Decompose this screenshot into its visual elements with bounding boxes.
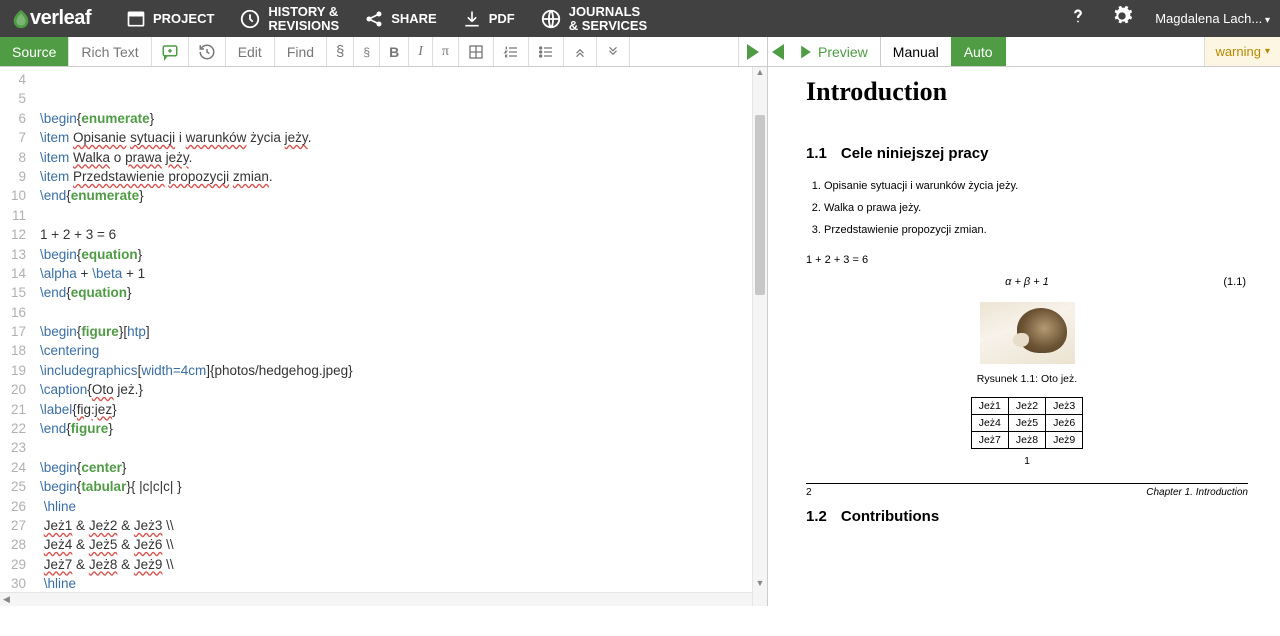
figure: Rysunek 1.1: Oto jeż.: [806, 302, 1248, 385]
pdf-preview[interactable]: Introduction 1.1Cele niniejszej pracy Op…: [768, 67, 1280, 606]
menu-pdf[interactable]: PDF: [462, 9, 515, 29]
globe-icon: [540, 8, 562, 30]
menu-share-label: SHARE: [391, 12, 437, 26]
menu-project[interactable]: PROJECT: [126, 9, 214, 29]
gear-icon[interactable]: [1111, 5, 1133, 32]
top-bar: verleaf PROJECT HISTORY & REVISIONS SHAR…: [0, 0, 1280, 37]
auto-button[interactable]: Auto: [951, 37, 1006, 66]
code-editor[interactable]: 4567891011121314151617181920212223242526…: [0, 67, 767, 592]
project-icon: [126, 9, 146, 29]
italic-button[interactable]: I: [409, 37, 433, 66]
source-tab[interactable]: Source: [0, 37, 69, 66]
collapse-up-button[interactable]: [564, 37, 597, 66]
numbered-list-button[interactable]: [494, 37, 529, 66]
warning-badge[interactable]: warning: [1204, 37, 1280, 66]
find-menu[interactable]: Find: [275, 37, 327, 66]
menu-pdf-label: PDF: [489, 12, 515, 26]
section-button[interactable]: §: [327, 37, 354, 66]
line-gutter: 4567891011121314151617181920212223242526…: [0, 67, 32, 592]
inline-math: 1 + 2 + 3 = 6: [806, 254, 1248, 266]
expand-preview-button[interactable]: [768, 37, 788, 66]
pdf-icon: [462, 9, 482, 29]
preview-pane: Preview Manual Auto warning Introduction…: [768, 37, 1280, 606]
math-button[interactable]: π: [433, 37, 459, 66]
enumerate-list: Opisanie sytuacji i warunków życia jeży.…: [824, 180, 1248, 236]
edit-menu[interactable]: Edit: [226, 37, 275, 66]
subsection-button[interactable]: §: [354, 37, 380, 66]
page-footer: 2 Chapter 1. Introduction: [806, 483, 1248, 508]
scroll-thumb[interactable]: [755, 115, 765, 295]
expand-down-button[interactable]: [597, 37, 630, 66]
main-split: Source Rich Text Edit Find § § B I π 456…: [0, 37, 1280, 606]
help-icon[interactable]: [1067, 5, 1089, 32]
richtext-tab[interactable]: Rich Text: [69, 37, 151, 66]
logo-text: verleaf: [30, 7, 91, 30]
figure-caption: Rysunek 1.1: Oto jeż.: [806, 373, 1248, 385]
section-1-1: 1.1Cele niniejszej pracy: [806, 145, 1248, 162]
logo[interactable]: verleaf: [10, 7, 91, 30]
menu-journals[interactable]: JOURNALS & SERVICES: [540, 5, 648, 32]
editor-pane: Source Rich Text Edit Find § § B I π 456…: [0, 37, 768, 606]
table: Jeż1Jeż2Jeż3Jeż4Jeż5Jeż6Jeż7Jeż8Jeż9: [971, 397, 1084, 449]
menu-share[interactable]: SHARE: [364, 9, 437, 29]
horizontal-scrollbar[interactable]: ◀▶: [0, 592, 767, 606]
equation: α + β + 1(1.1): [806, 276, 1248, 288]
hedgehog-image: [980, 302, 1075, 364]
history-button[interactable]: [189, 37, 226, 66]
bullet-list-button[interactable]: [529, 37, 564, 66]
section-1-2: 1.2Contributions: [806, 508, 1248, 525]
share-icon: [364, 9, 384, 29]
top-right: Magdalena Lach...: [1067, 5, 1270, 32]
add-comment-button[interactable]: [152, 37, 189, 66]
table-button[interactable]: [459, 37, 494, 66]
bold-button[interactable]: B: [380, 37, 409, 66]
history-icon: [239, 8, 261, 30]
page-number: 1: [806, 455, 1248, 467]
manual-button[interactable]: Manual: [880, 37, 952, 66]
preview-button[interactable]: Preview: [787, 37, 881, 66]
code-area[interactable]: \begin{enumerate}\item Opisanie sytuacji…: [32, 67, 767, 592]
chapter-title: Introduction: [806, 77, 1248, 107]
menu-history[interactable]: HISTORY & REVISIONS: [239, 5, 339, 32]
collapse-editor-button[interactable]: [739, 37, 767, 66]
menu-project-label: PROJECT: [153, 12, 214, 26]
preview-label: Preview: [818, 44, 868, 60]
top-menu: PROJECT HISTORY & REVISIONS SHARE PDF JO…: [126, 5, 1067, 32]
vertical-scrollbar[interactable]: ▲▼: [752, 67, 767, 606]
menu-history-label: HISTORY & REVISIONS: [268, 5, 339, 32]
menu-journals-label: JOURNALS & SERVICES: [569, 5, 648, 32]
preview-toolbar: Preview Manual Auto warning: [768, 37, 1280, 67]
editor-toolbar: Source Rich Text Edit Find § § B I π: [0, 37, 767, 67]
user-menu[interactable]: Magdalena Lach...: [1155, 11, 1270, 26]
